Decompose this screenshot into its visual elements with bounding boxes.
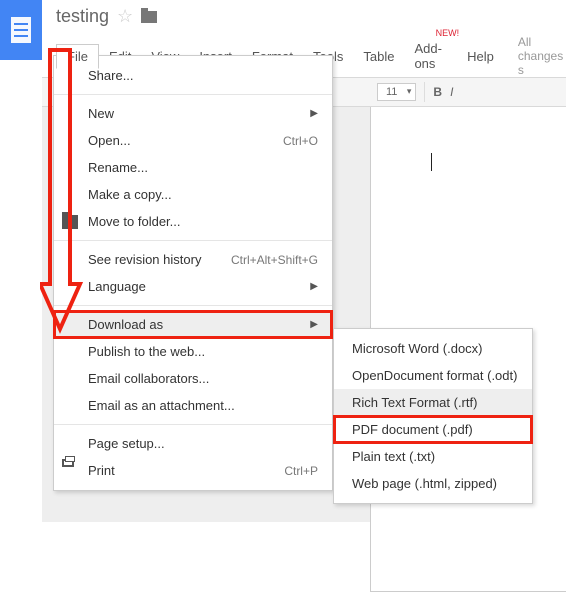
folder-icon: [62, 215, 78, 229]
menu-file[interactable]: File: [56, 44, 99, 69]
chevron-right-icon: ▶: [310, 108, 318, 119]
chevron-right-icon: ▶: [310, 319, 318, 330]
save-status: All changes s: [518, 35, 566, 77]
star-icon[interactable]: ☆: [117, 6, 133, 27]
menu-item-move[interactable]: Move to folder...: [54, 208, 332, 235]
menu-item-rename[interactable]: Rename...: [54, 154, 332, 181]
menu-item-email-collab[interactable]: Email collaborators...: [54, 365, 332, 392]
bold-button[interactable]: B: [433, 85, 442, 99]
menu-item-print[interactable]: PrintCtrl+P: [54, 457, 332, 484]
submenu-item-rtf[interactable]: Rich Text Format (.rtf): [334, 389, 532, 416]
italic-button[interactable]: I: [450, 85, 453, 99]
new-badge: NEW!: [436, 28, 460, 38]
folder-icon[interactable]: [141, 11, 157, 23]
menu-help[interactable]: Help: [457, 45, 504, 68]
file-dropdown: Share... New▶ Open...Ctrl+O Rename... Ma…: [53, 55, 333, 491]
menu-item-open[interactable]: Open...Ctrl+O: [54, 127, 332, 154]
submenu-item-txt[interactable]: Plain text (.txt): [334, 443, 532, 470]
menu-item-page-setup[interactable]: Page setup...: [54, 430, 332, 457]
menu-addons[interactable]: Add-onsNEW!: [404, 37, 457, 75]
submenu-item-pdf[interactable]: PDF document (.pdf): [334, 416, 532, 443]
doc-title[interactable]: testing: [56, 6, 109, 27]
menu-item-revision[interactable]: See revision historyCtrl+Alt+Shift+G: [54, 246, 332, 273]
menu-item-publish[interactable]: Publish to the web...: [54, 338, 332, 365]
print-icon: [62, 459, 74, 467]
submenu-item-docx[interactable]: Microsoft Word (.docx): [334, 335, 532, 362]
menu-item-language[interactable]: Language▶: [54, 273, 332, 300]
download-as-submenu: Microsoft Word (.docx) OpenDocument form…: [333, 328, 533, 504]
menu-table[interactable]: Table: [353, 45, 404, 68]
chevron-right-icon: ▶: [310, 281, 318, 292]
font-size-select[interactable]: 11: [377, 83, 416, 101]
docs-logo[interactable]: [0, 0, 42, 60]
menu-item-download-as[interactable]: Download as▶: [54, 311, 332, 338]
submenu-item-odt[interactable]: OpenDocument format (.odt): [334, 362, 532, 389]
menu-item-new[interactable]: New▶: [54, 100, 332, 127]
menu-item-email-attach[interactable]: Email as an attachment...: [54, 392, 332, 419]
menu-item-make-copy[interactable]: Make a copy...: [54, 181, 332, 208]
text-cursor: [431, 153, 566, 171]
submenu-item-html[interactable]: Web page (.html, zipped): [334, 470, 532, 497]
